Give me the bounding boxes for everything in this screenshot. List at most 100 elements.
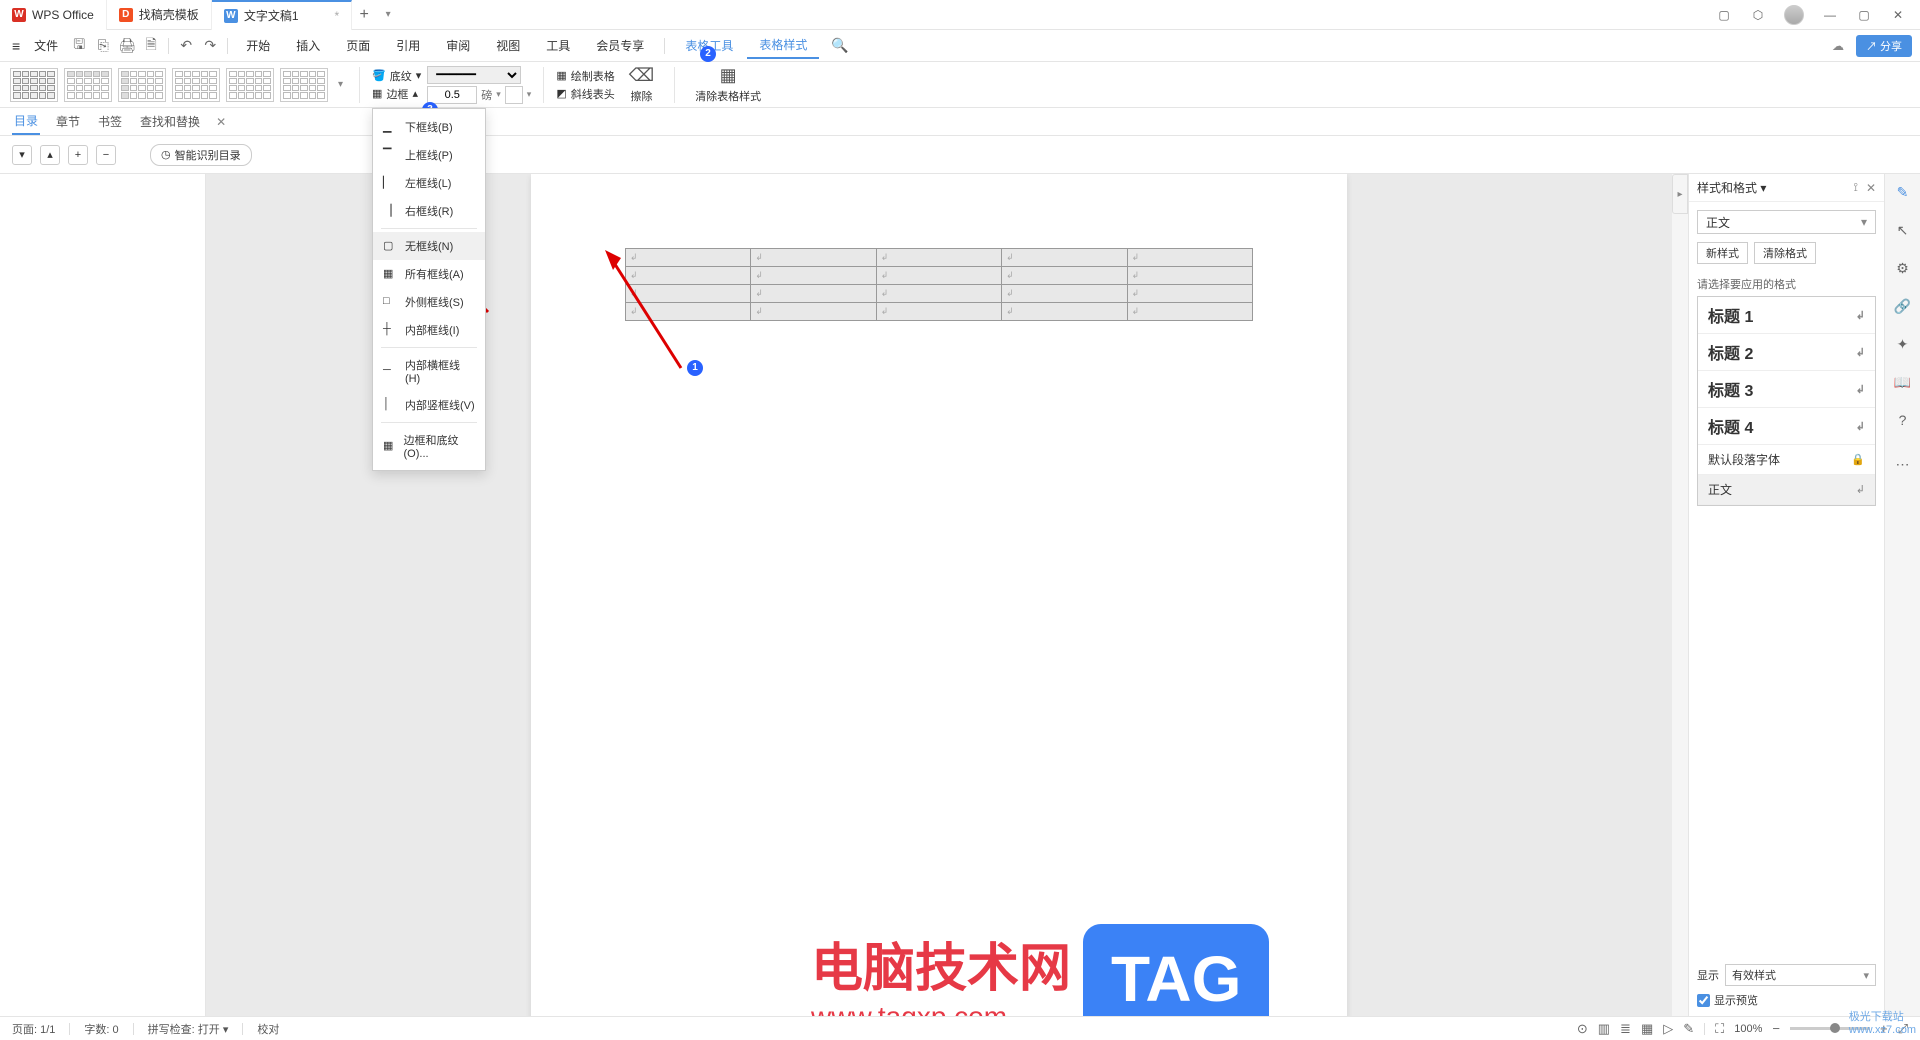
menu-table-style[interactable]: 表格样式 xyxy=(747,32,819,59)
style-normal[interactable]: 正文↲ xyxy=(1698,475,1875,505)
ai-tool-icon[interactable]: ✦ xyxy=(1893,334,1913,354)
erase-button[interactable]: ⌫ 擦除 xyxy=(621,65,662,104)
save-icon[interactable]: 🖫 xyxy=(68,34,90,58)
zoom-in-button[interactable]: + xyxy=(1880,1021,1888,1036)
settings-icon[interactable]: ⚙ xyxy=(1893,258,1913,278)
border-color-dropdown[interactable]: ▾ xyxy=(527,89,532,100)
border-none-item[interactable]: ▢无框线(N) xyxy=(373,232,485,260)
border-shading-dialog-item[interactable]: ▦边框和底纹(O)... xyxy=(373,426,485,466)
page-layout-icon[interactable]: ▥ xyxy=(1598,1021,1610,1037)
file-menu[interactable]: 文件 xyxy=(26,37,66,54)
menu-table-tools[interactable]: 表格工具 xyxy=(673,33,745,58)
help-icon[interactable]: ? xyxy=(1893,410,1913,430)
border-top-item[interactable]: ▔上框线(P) xyxy=(373,141,485,169)
style-default-para-font[interactable]: 默认段落字体🔒 xyxy=(1698,445,1875,475)
outline-view-icon[interactable]: ≣ xyxy=(1620,1021,1631,1037)
avatar[interactable] xyxy=(1784,5,1804,25)
spellcheck-status[interactable]: 拼写检查: 打开 ▾ xyxy=(148,1021,229,1037)
menu-reference[interactable]: 引用 xyxy=(384,33,432,58)
table-style-preset-4[interactable] xyxy=(172,68,220,102)
clear-table-style-button[interactable]: ▦ 清除表格样式 xyxy=(687,65,769,104)
document-tab[interactable]: W 文字文稿1 * xyxy=(212,0,352,30)
border-bottom-item[interactable]: ▁下框线(B) xyxy=(373,113,485,141)
focus-mode-icon[interactable]: ⊙ xyxy=(1577,1021,1588,1037)
border-outside-item[interactable]: □外侧框线(S) xyxy=(373,288,485,316)
menu-tools[interactable]: 工具 xyxy=(534,33,582,58)
select-tool-icon[interactable]: ↖ xyxy=(1893,220,1913,240)
style-heading-4[interactable]: 标题 4↲ xyxy=(1698,408,1875,445)
menu-review[interactable]: 审阅 xyxy=(434,33,482,58)
maximize-button[interactable]: ▢ xyxy=(1856,7,1872,23)
zoom-out-button[interactable]: − xyxy=(1772,1021,1780,1036)
border-right-item[interactable]: ▕右框线(R) xyxy=(373,197,485,225)
border-all-item[interactable]: ▦所有框线(A) xyxy=(373,260,485,288)
border-inside-h-item[interactable]: ─内部横框线(H) xyxy=(373,351,485,391)
page-indicator[interactable]: 页面: 1/1 xyxy=(12,1021,55,1037)
style-heading-2[interactable]: 标题 2↲ xyxy=(1698,334,1875,371)
show-preview-input[interactable] xyxy=(1697,994,1710,1007)
table-style-preset-6[interactable] xyxy=(280,68,328,102)
border-line-style[interactable]: ━━━━━━ xyxy=(427,66,521,84)
nav-find-replace[interactable]: 查找和替换 xyxy=(138,109,202,134)
tab-dropdown[interactable]: ▾ xyxy=(376,9,400,20)
border-inside-item[interactable]: ┼内部框线(I) xyxy=(373,316,485,344)
menu-start[interactable]: 开始 xyxy=(234,33,282,58)
minimize-button[interactable]: — xyxy=(1822,7,1838,23)
style-heading-3[interactable]: 标题 3↲ xyxy=(1698,371,1875,408)
new-style-button[interactable]: 新样式 xyxy=(1697,242,1748,264)
add-tab-button[interactable]: + xyxy=(352,6,376,24)
proofing-status[interactable]: 校对 xyxy=(257,1021,279,1037)
hamburger-icon[interactable]: ≡ xyxy=(8,38,24,54)
template-tab[interactable]: D 找稿壳模板 xyxy=(107,0,212,30)
search-icon[interactable]: 🔍 xyxy=(831,37,848,54)
table-style-preset-2[interactable] xyxy=(64,68,112,102)
outline-add-button[interactable]: + xyxy=(68,145,88,165)
reading-view-icon[interactable]: ▷ xyxy=(1663,1021,1673,1037)
web-layout-icon[interactable]: ▦ xyxy=(1641,1021,1653,1037)
document-table[interactable]: ↲↲↲↲↲ ↲↲↲↲↲ ↲↲↲↲↲ ↲↲↲↲↲ xyxy=(625,248,1253,321)
border-button[interactable]: ▦ 边框 ▴ xyxy=(372,86,421,102)
nav-bookmark[interactable]: 书签 xyxy=(96,109,124,134)
table-style-preset-1[interactable] xyxy=(10,68,58,102)
style-gallery-more[interactable]: ▾ xyxy=(334,79,347,90)
link-tool-icon[interactable]: 🔗 xyxy=(1893,296,1913,316)
nav-chapter[interactable]: 章节 xyxy=(54,109,82,134)
outline-expand-button[interactable]: ▴ xyxy=(40,145,60,165)
outline-collapse-button[interactable]: ▾ xyxy=(12,145,32,165)
menu-insert[interactable]: 插入 xyxy=(284,33,332,58)
smart-toc-button[interactable]: ◷ 智能识别目录 xyxy=(150,144,252,166)
cube-icon[interactable]: ⬡ xyxy=(1750,7,1766,23)
redo-icon[interactable]: ↷ xyxy=(199,37,221,54)
show-preview-checkbox[interactable]: 显示预览 xyxy=(1697,992,1876,1008)
share-button[interactable]: ↗ 分享 xyxy=(1856,35,1912,57)
diagonal-header-button[interactable]: ◩ 斜线表头 xyxy=(556,86,614,102)
word-count[interactable]: 字数: 0 xyxy=(84,1021,118,1037)
style-heading-1[interactable]: 标题 1↲ xyxy=(1698,297,1875,334)
zoom-level[interactable]: 100% xyxy=(1734,1023,1762,1035)
fullscreen-icon[interactable]: ⤢ xyxy=(1898,1021,1908,1037)
fit-page-icon[interactable]: ⛶ xyxy=(1715,1021,1724,1037)
cloud-icon[interactable]: ☁ xyxy=(1832,39,1844,53)
menu-member[interactable]: 会员专享 xyxy=(584,33,656,58)
close-pane-icon[interactable]: ✕ xyxy=(1866,181,1876,195)
menu-page[interactable]: 页面 xyxy=(334,33,382,58)
print-preview-icon[interactable]: 🗎 xyxy=(140,34,162,58)
zoom-slider[interactable] xyxy=(1790,1027,1870,1030)
nav-toc[interactable]: 目录 xyxy=(12,108,40,135)
read-tool-icon[interactable]: 📖 xyxy=(1893,372,1913,392)
border-color-button[interactable] xyxy=(505,86,523,104)
app-tab[interactable]: W WPS Office xyxy=(0,0,107,30)
menu-view[interactable]: 视图 xyxy=(484,33,532,58)
nav-close-icon[interactable]: ✕ xyxy=(216,115,226,129)
pin-icon[interactable]: ⟟ xyxy=(1853,180,1857,195)
undo-icon[interactable]: ↶ xyxy=(175,37,197,54)
more-tools-icon[interactable]: ⋯ xyxy=(1893,454,1913,474)
panel-collapse-handle[interactable]: ▸ xyxy=(1672,174,1688,214)
table-cell[interactable]: ↲ xyxy=(626,249,751,267)
display-mode-select[interactable]: 有效样式▾ xyxy=(1725,964,1876,986)
outline-remove-button[interactable]: − xyxy=(96,145,116,165)
table-style-preset-3[interactable] xyxy=(118,68,166,102)
edit-tool-icon[interactable]: ✎ xyxy=(1893,182,1913,202)
border-width-dropdown[interactable]: ▾ xyxy=(496,89,501,100)
panel-icon[interactable]: ▢ xyxy=(1716,7,1732,23)
